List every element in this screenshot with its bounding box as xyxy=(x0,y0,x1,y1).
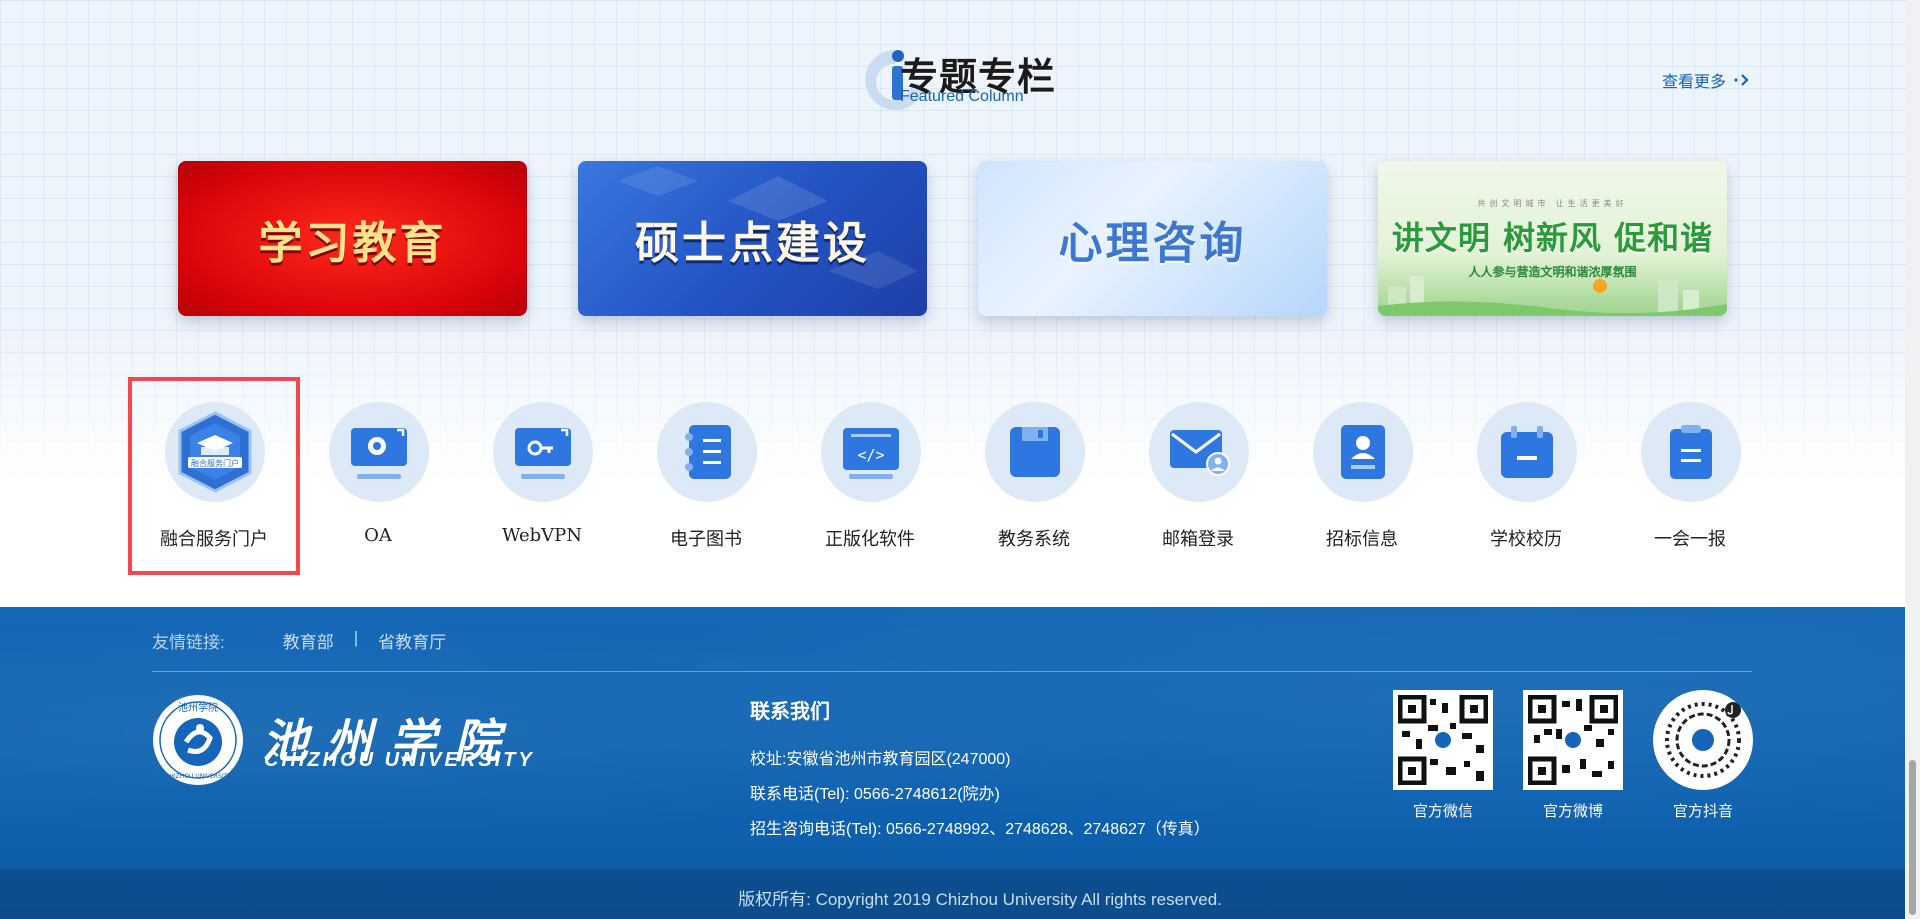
service-icon-bg: </> xyxy=(821,402,921,502)
service-icon-bg xyxy=(985,402,1085,502)
service-icon-bg xyxy=(1313,402,1413,502)
monitor-key-icon xyxy=(515,428,571,479)
service-label: 教务系统 xyxy=(998,529,1070,550)
qr-code-icon xyxy=(1398,695,1488,785)
service-school-calendar[interactable]: 学校校历 xyxy=(1440,377,1612,575)
service-email-login[interactable]: 邮箱登录 xyxy=(1112,377,1284,575)
qr-weibo[interactable] xyxy=(1523,690,1623,790)
university-name-en: CHIZHOU UNIVERSITY xyxy=(264,749,535,771)
service-licensed-software[interactable]: </> 正版化软件 xyxy=(784,377,956,575)
service-label: 正版化软件 xyxy=(825,529,915,550)
service-icon-bg xyxy=(1641,402,1741,502)
banner-civilization[interactable]: 共创文明城市 让生活更美好 讲文明 树新风 促和谐 人人参与营造文明和谐浓厚氛围 xyxy=(1378,161,1727,316)
contact-admission-phone: 招生咨询电话(Tel): 0566-2748992、2748628、274862… xyxy=(750,821,1210,838)
svg-text:融合服务门户: 融合服务门户 xyxy=(191,458,239,468)
douyin-code-icon xyxy=(1665,702,1741,778)
banner-psychological-counseling[interactable]: 心理咨询 xyxy=(978,161,1327,316)
view-more-label: 查看更多 xyxy=(1662,74,1727,91)
qr-wechat[interactable] xyxy=(1393,690,1493,790)
monitor-search-icon xyxy=(351,428,407,479)
qr-wechat-label: 官方微信 xyxy=(1412,803,1473,820)
qr-douyin[interactable] xyxy=(1653,690,1753,790)
banner-text: 讲文明 树新风 促和谐 xyxy=(1391,218,1714,257)
city-skyline-decoration xyxy=(1378,276,1727,316)
service-label: 邮箱登录 xyxy=(1162,529,1234,550)
friendly-links: 友情链接: 教育部 | 省教育厅 xyxy=(152,628,446,653)
clipboard-icon xyxy=(1670,425,1712,479)
mail-user-icon xyxy=(1170,430,1230,476)
service-icon-bg xyxy=(493,402,593,502)
university-logo-icon: 池州学院 CHIZHOU UNIVERSITY xyxy=(153,695,243,785)
contact-address: 校址:安徽省池州市教育园区(247000) xyxy=(750,751,1011,768)
service-tender-info[interactable]: 招标信息 xyxy=(1276,377,1448,575)
service-label: 招标信息 xyxy=(1326,529,1398,550)
contact-book-icon xyxy=(1341,425,1385,479)
footer-divider xyxy=(152,671,1752,672)
banner-text: 心理咨询 xyxy=(1058,217,1247,269)
svg-text:</>: </> xyxy=(857,446,884,464)
qr-code-icon xyxy=(1528,695,1618,785)
banner-top-text: 共创文明城市 让生活更美好 xyxy=(1477,198,1628,208)
service-fusion-portal[interactable]: 融合服务门户 融合服务门户 xyxy=(128,377,300,575)
scrollbar-thumb[interactable] xyxy=(1909,760,1916,915)
qr-weibo-label: 官方微博 xyxy=(1542,803,1603,820)
service-label: 一会一报 xyxy=(1654,529,1726,550)
arrow-right-icon xyxy=(1734,74,1749,86)
service-icon-bg xyxy=(1149,402,1249,502)
service-icon-bg xyxy=(657,402,757,502)
copyright-text: 版权所有: Copyright 2019 Chizhou University … xyxy=(738,890,1222,909)
qr-douyin-label: 官方抖音 xyxy=(1672,803,1733,820)
contact-phone: 联系电话(Tel): 0566-2748612(院办) xyxy=(750,786,1000,803)
portal-shield-icon: 融合服务门户 xyxy=(178,411,252,493)
page-scrollbar[interactable] xyxy=(1905,0,1920,919)
service-ebooks[interactable]: 电子图书 xyxy=(620,377,792,575)
service-label: OA xyxy=(364,525,392,546)
service-label: 电子图书 xyxy=(670,529,742,550)
service-oa[interactable]: OA xyxy=(292,377,464,575)
logo-bottom-text: CHIZHOU UNIVERSITY xyxy=(165,773,231,780)
friendly-links-label: 友情链接: xyxy=(152,633,225,652)
notebook-icon xyxy=(685,425,731,479)
service-icon-bg xyxy=(329,402,429,502)
link-ministry-of-education[interactable]: 教育部 xyxy=(283,628,334,653)
site-footer: 友情链接: 教育部 | 省教育厅 池州学院 CHIZHOU UNIVERSITY… xyxy=(0,607,1905,919)
service-label: WebVPN xyxy=(501,525,583,546)
view-more-link[interactable]: 查看更多 xyxy=(1662,68,1752,92)
banner-text: 硕士点建设 xyxy=(635,217,870,269)
banner-master-program[interactable]: 硕士点建设 xyxy=(578,161,927,316)
service-meeting-report[interactable]: 一会一报 xyxy=(1604,377,1776,575)
banner-study-education[interactable]: 学习教育 xyxy=(178,161,527,316)
featured-column-title: 专题专栏 Featured Column xyxy=(860,40,1060,120)
service-webvpn[interactable]: WebVPN xyxy=(456,377,628,575)
service-label: 融合服务门户 xyxy=(160,529,268,550)
service-label: 学校校历 xyxy=(1490,529,1562,550)
floppy-icon xyxy=(1010,427,1060,477)
code-window-icon: </> xyxy=(843,428,899,479)
banner-text: 学习教育 xyxy=(258,217,447,269)
contact-title: 联系我们 xyxy=(750,701,830,723)
link-separator: | xyxy=(353,628,359,647)
service-academic-system[interactable]: 教务系统 xyxy=(948,377,1120,575)
service-icon-bg: 融合服务门户 xyxy=(165,402,265,502)
logo-ring-text: 池州学院 xyxy=(178,701,218,714)
calendar-icon xyxy=(1501,426,1553,478)
service-icon-bg xyxy=(1477,402,1577,502)
link-provincial-education-dept[interactable]: 省教育厅 xyxy=(378,628,446,653)
section-title-en: Featured Column xyxy=(900,88,1024,105)
